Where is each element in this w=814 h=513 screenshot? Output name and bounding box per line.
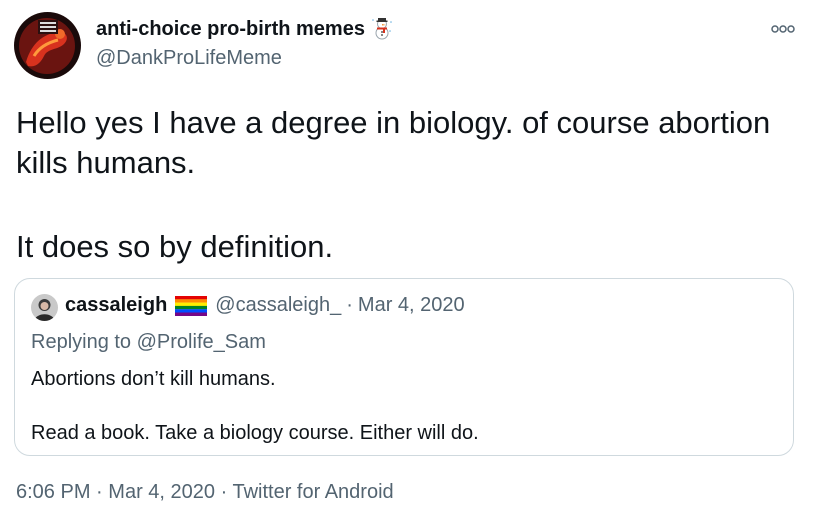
avatar-image xyxy=(14,12,81,79)
quoted-tweet-body: Abortions don’t kill humans. Read a book… xyxy=(31,366,479,446)
tweet-time[interactable]: 6:06 PM xyxy=(16,481,90,503)
tweet-date[interactable]: Mar 4, 2020 xyxy=(108,481,215,503)
quoted-tweet-paragraph: Abortions don’t kill humans. xyxy=(31,368,276,390)
quoted-tweet-paragraph: Read a book. Take a biology course. Eith… xyxy=(31,422,479,444)
replying-to-handle[interactable]: @Prolife_Sam xyxy=(137,331,266,353)
author-avatar[interactable] xyxy=(14,12,81,79)
quoted-tweet-card[interactable]: cassaleigh @cassaleigh_ · Mar 4, 2020 Re… xyxy=(14,278,794,456)
author-name-text: anti-choice pro-birth memes xyxy=(96,17,365,40)
tweet-paragraph: Hello yes I have a degree in biology. of… xyxy=(16,105,771,180)
quoted-author-avatar[interactable] xyxy=(31,294,58,321)
more-options-button[interactable] xyxy=(768,18,798,40)
more-icon xyxy=(771,25,795,33)
tweet-footer: 6:06 PM · Mar 4, 2020 · Twitter for Andr… xyxy=(16,481,394,504)
footer-separator: · xyxy=(220,481,228,503)
avatar-image xyxy=(31,294,58,321)
snowman-icon xyxy=(372,18,392,40)
meta-separator: · xyxy=(346,294,353,316)
author-handle[interactable]: @DankProLifeMeme xyxy=(96,47,282,70)
tweet-paragraph: It does so by definition. xyxy=(16,229,334,264)
footer-separator: · xyxy=(96,481,103,503)
quoted-tweet-date[interactable]: Mar 4, 2020 xyxy=(358,294,465,317)
author-display-name[interactable]: anti-choice pro-birth memes xyxy=(96,17,393,41)
replying-to-line: Replying to @Prolife_Sam xyxy=(31,331,266,354)
quoted-tweet-header: cassaleigh @cassaleigh_ · Mar 4, 2020 xyxy=(65,294,465,317)
rainbow-flag-icon xyxy=(175,295,208,316)
quoted-author-handle[interactable]: @cassaleigh_ xyxy=(215,294,341,317)
tweet-source[interactable]: Twitter for Android xyxy=(232,481,393,503)
tweet-body: Hello yes I have a degree in biology. of… xyxy=(16,103,800,267)
replying-to-label: Replying to xyxy=(31,331,132,353)
quoted-author-name[interactable]: cassaleigh xyxy=(65,294,167,317)
